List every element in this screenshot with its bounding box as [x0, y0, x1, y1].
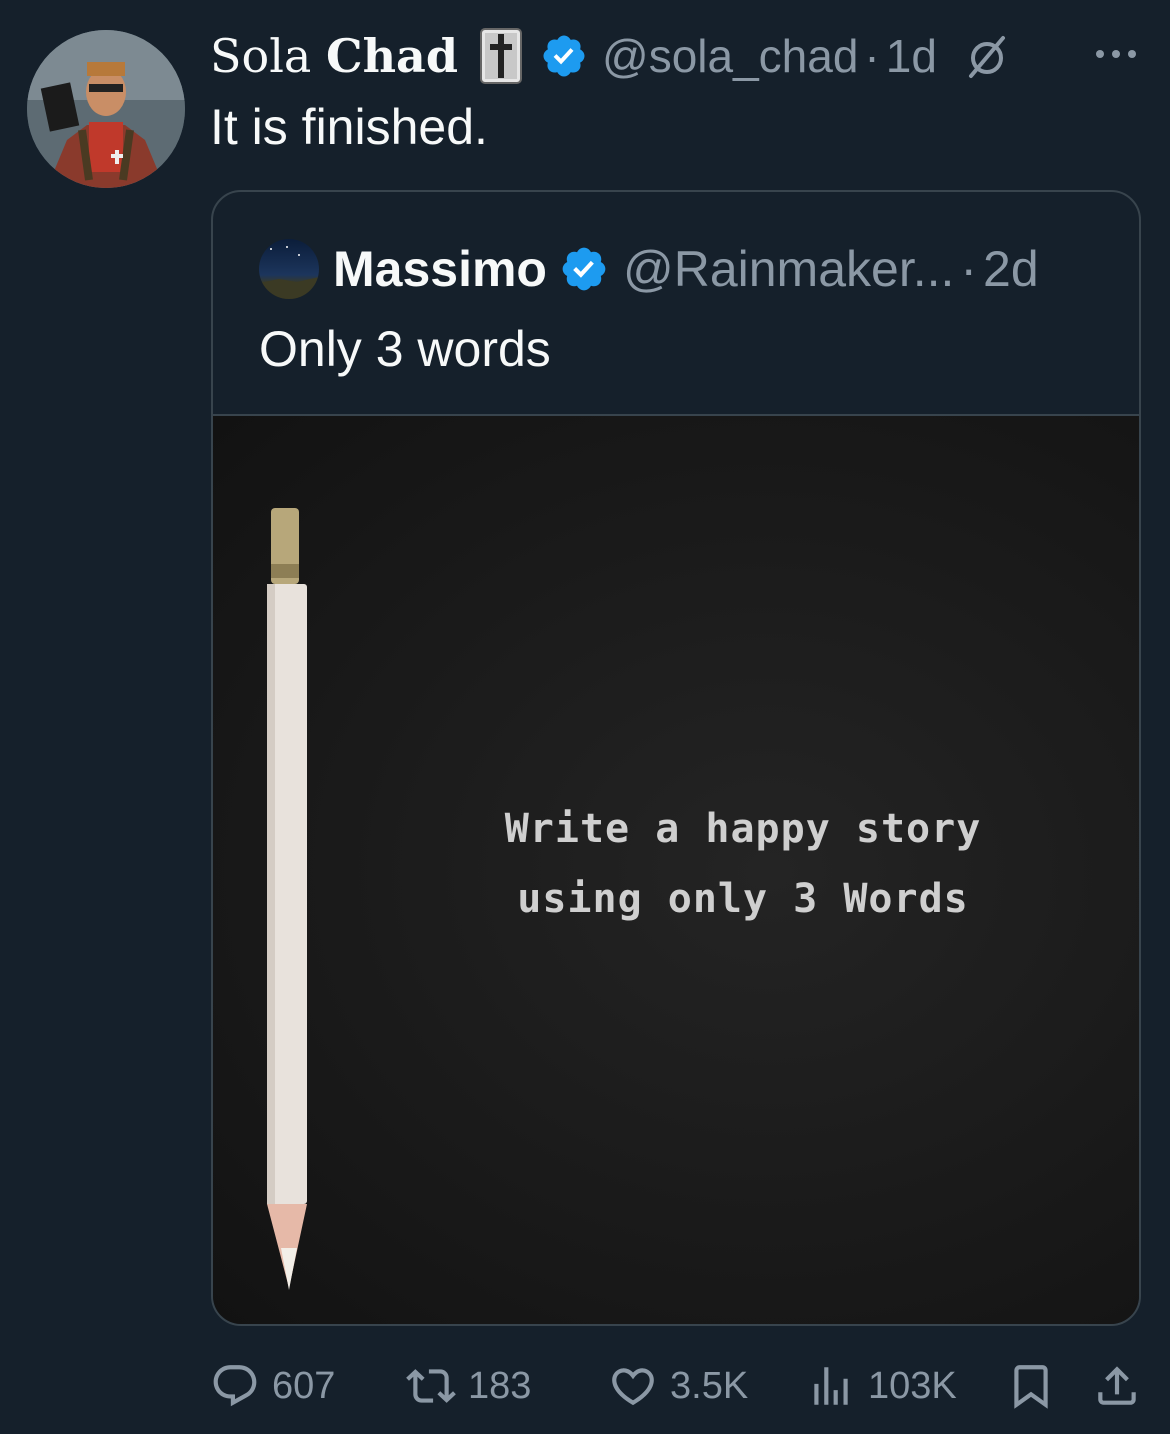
quoted-tweet-card[interactable]: Massimo @Rainmaker... · 2d Only 3 words … — [211, 190, 1141, 1326]
repost-icon — [406, 1369, 456, 1403]
display-name-bold-part: Chad — [325, 29, 458, 83]
tweet-text: It is finished. — [210, 99, 488, 155]
tweet-header: Sola Chad @sola_chad · 1d — [210, 20, 1011, 92]
image-caption-line-2: using only 3 Words — [517, 876, 969, 922]
separator-dot: · — [960, 241, 978, 297]
separator-dot: · — [864, 30, 880, 82]
quoted-author-avatar[interactable] — [259, 239, 319, 299]
display-name-part: Sola — [210, 29, 326, 83]
author-avatar[interactable] — [27, 30, 185, 188]
verified-icon — [562, 247, 606, 291]
verified-icon — [543, 35, 585, 77]
repost-count: 183 — [468, 1364, 532, 1407]
views-button[interactable]: 103K — [806, 1354, 957, 1418]
quoted-avatar-image — [259, 246, 319, 299]
image-caption-line-1: Write a happy story — [504, 806, 982, 852]
cross-icon — [480, 28, 522, 84]
reply-count: 607 — [272, 1364, 336, 1407]
reply-icon — [213, 1365, 257, 1407]
like-icon — [612, 1368, 654, 1406]
slash-icon — [968, 36, 1005, 78]
pencil-illustration — [267, 508, 307, 1290]
action-bar: 607 183 3.5K 103K — [210, 1354, 1150, 1418]
more-icon[interactable] — [1092, 44, 1140, 64]
repost-button[interactable]: 183 — [406, 1354, 531, 1418]
bookmark-icon — [1014, 1365, 1048, 1409]
quoted-tweet-image[interactable]: Write a happy story using only 3 Words — [213, 414, 1139, 1324]
share-icon — [1098, 1366, 1136, 1405]
like-button[interactable]: 3.5K — [608, 1354, 748, 1418]
timestamp[interactable]: 1d — [886, 29, 937, 83]
reply-button[interactable]: 607 — [210, 1354, 335, 1418]
like-count: 3.5K — [670, 1364, 749, 1407]
quoted-tweet-header: Massimo @Rainmaker... · 2d — [259, 236, 1039, 302]
quoted-tweet-text: Only 3 words — [259, 321, 551, 377]
author-handle[interactable]: @sola_chad — [602, 29, 858, 83]
views-count: 103K — [868, 1364, 957, 1407]
quoted-author-name[interactable]: Massimo — [333, 240, 547, 298]
quoted-author-handle[interactable]: @Rainmaker... — [623, 240, 954, 298]
quoted-timestamp[interactable]: 2d — [983, 240, 1039, 298]
views-icon — [814, 1367, 848, 1405]
avatar-image — [27, 30, 185, 188]
share-button[interactable] — [1092, 1354, 1142, 1418]
bookmark-button[interactable] — [1006, 1354, 1056, 1418]
display-name[interactable]: Sola Chad — [210, 29, 458, 83]
